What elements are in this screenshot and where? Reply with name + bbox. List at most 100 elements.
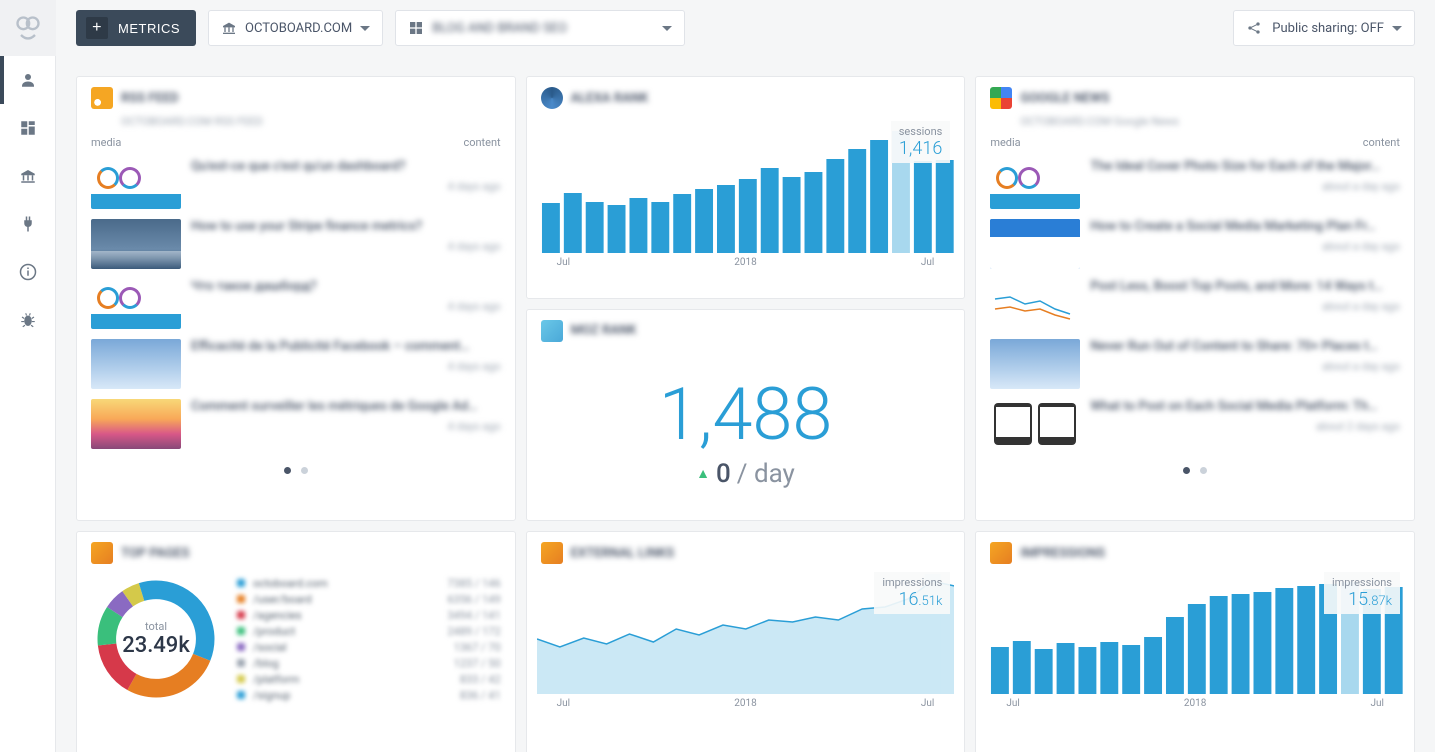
card-title: ALEXA RANK	[571, 91, 649, 106]
big-number: 1,488 ▲ 0 / day	[527, 348, 965, 520]
google-icon	[990, 87, 1012, 109]
share-dropdown[interactable]: Public sharing: OFF	[1233, 10, 1415, 46]
feed-title: Comment surveiller les métriques de Goog…	[191, 399, 501, 414]
x-tick: Jul	[921, 257, 934, 268]
dashboard-dropdown[interactable]: BLOG AND BRAND SEO	[395, 10, 685, 46]
feed-item[interactable]: Post Less, Boost Top Posts, and More: 14…	[984, 277, 1406, 331]
thumbnail	[990, 279, 1080, 329]
x-tick: 2018	[734, 698, 756, 709]
feed-item[interactable]: How to Create a Social Media Marketing P…	[984, 217, 1406, 271]
col-content: content	[1363, 136, 1400, 149]
nav-debug[interactable]	[0, 296, 56, 344]
x-tick: Jul	[1371, 698, 1384, 709]
metrics-button[interactable]: + METRICS	[76, 10, 196, 46]
mid-column: ALEXA RANK sessions 1,416 Jul 2018	[526, 76, 966, 521]
legend-item: /social1367 / 70	[237, 641, 501, 654]
nav-clients[interactable]	[0, 152, 56, 200]
dashboard-dropdown-label: BLOG AND BRAND SEO	[432, 21, 567, 36]
thumbnail	[91, 279, 181, 329]
feed-title: Post Less, Boost Top Posts, and More: 14…	[1090, 279, 1400, 294]
x-axis: Jul 2018 Jul	[986, 694, 1404, 717]
chart: impressions 15.87k Jul 2018 Jul	[976, 566, 1414, 752]
feed-meta: about a day ago	[1090, 360, 1400, 373]
card-title: GOOGLE NEWS	[1020, 91, 1109, 106]
card-header: EXTERNAL LINKS	[527, 532, 965, 566]
card-external-links: EXTERNAL LINKS impressions 16.51k Jul 20	[526, 531, 966, 752]
column-header: media content	[77, 132, 515, 153]
thumbnail	[990, 339, 1080, 389]
bug-icon	[19, 311, 37, 329]
nav-integrations[interactable]	[0, 200, 56, 248]
feed-meta: 4 days ago	[191, 240, 501, 253]
nav-info[interactable]	[0, 248, 56, 296]
thumbnail	[990, 219, 1080, 269]
thumbnail	[91, 399, 181, 449]
metric-value: 1,416	[899, 138, 943, 159]
total-value: 23.49k	[122, 633, 190, 658]
nav-account[interactable]	[0, 56, 56, 104]
legend-item: /product2489 / 172	[237, 625, 501, 638]
card-header: TOP PAGES	[77, 532, 515, 566]
x-tick: Jul	[1006, 698, 1019, 709]
card-header: MOZ RANK	[527, 310, 965, 348]
feed-item[interactable]: Comment surveiller les métriques de Goog…	[85, 397, 507, 451]
metric-value: 16.51k	[882, 589, 942, 610]
feed-meta: 4 days ago	[191, 360, 501, 373]
dashboard-grid: RSS FEED OCTOBOARD.COM RSS FEED media co…	[56, 56, 1435, 752]
feed-title: How to Create a Social Media Marketing P…	[1090, 219, 1400, 234]
user-icon	[19, 71, 37, 89]
nav-dashboards[interactable]	[0, 104, 56, 152]
pager-dot[interactable]	[1183, 467, 1190, 474]
feed-item[interactable]: What to Post on Each Social Media Platfo…	[984, 397, 1406, 451]
feed-meta: about a day ago	[1090, 240, 1400, 253]
feed-item[interactable]: Qu'est-ce que c'est qu'un dashboard? 4 da…	[85, 157, 507, 211]
chart-value-label: impressions 15.87k	[1324, 572, 1400, 614]
feed-item[interactable]: Что такое дашборд?4 days ago	[85, 277, 507, 331]
card-header: RSS FEED	[77, 77, 515, 115]
pager-dot[interactable]	[284, 467, 291, 474]
x-tick: 2018	[734, 257, 756, 268]
column-header: media content	[976, 132, 1414, 153]
metric-name: impressions	[1332, 576, 1392, 589]
x-tick: Jul	[557, 257, 570, 268]
feed-meta: 4 days ago	[191, 180, 501, 193]
legend-item: /user/board6356 / 149	[237, 593, 501, 606]
card-title: EXTERNAL LINKS	[571, 546, 675, 561]
feed-title: Never Run Out of Content to Share: 70+ P…	[1090, 339, 1400, 354]
legend-item: /platform833 / 42	[237, 673, 501, 686]
card-title: RSS FEED	[121, 91, 179, 106]
donut-center: total 23.49k	[91, 574, 221, 704]
feed-title: What to Post on Each Social Media Platfo…	[1090, 399, 1400, 414]
pager-dot[interactable]	[1200, 467, 1207, 474]
alexa-icon	[541, 87, 563, 109]
card-top-pages: TOP PAGES tot	[76, 531, 516, 752]
card-moz-rank: MOZ RANK 1,488 ▲ 0 / day	[526, 309, 966, 521]
pager	[77, 457, 515, 484]
thumbnail	[91, 219, 181, 269]
pager-dot[interactable]	[301, 467, 308, 474]
card-google-news: GOOGLE NEWS OCTOBOARD.COM Google News me…	[975, 76, 1415, 521]
card-header: ALEXA RANK	[527, 77, 965, 115]
chart: impressions 16.51k Jul 2018 Jul	[527, 566, 965, 752]
feed-item[interactable]: The Ideal Cover Photo Size for Each of t…	[984, 157, 1406, 211]
thumbnail	[990, 159, 1080, 209]
legend-item: octoboard.com7385 / 146	[237, 577, 501, 590]
legend: octoboard.com7385 / 146 /user/board6356 …	[237, 577, 501, 702]
site-dropdown[interactable]: OCTOBOARD.COM	[208, 10, 383, 46]
logo-icon	[14, 14, 42, 42]
site-dropdown-label: OCTOBOARD.COM	[245, 21, 352, 36]
trend-up-icon: ▲	[696, 465, 710, 482]
thumbnail	[990, 399, 1080, 449]
feed-title: Qu'est-ce que c'est qu'un dashboard?	[191, 159, 501, 174]
col-content: content	[463, 136, 500, 149]
feed-item[interactable]: How to use your Stripe finance metrics? 4…	[85, 217, 507, 271]
delta-value: 0	[716, 459, 731, 489]
card-impressions: IMPRESSIONS impressions 15.87k Jul 2018 …	[975, 531, 1415, 752]
feed-item[interactable]: Never Run Out of Content to Share: 70+ P…	[984, 337, 1406, 391]
feed-list: Qu'est-ce que c'est qu'un dashboard? 4 da…	[77, 153, 515, 457]
feed-item[interactable]: Efficacité de la Publicité Facebook – co…	[85, 337, 507, 391]
big-number-value: 1,488	[659, 379, 833, 451]
bank-icon	[221, 20, 237, 36]
feed-title: How to use your Stripe finance metrics?	[191, 219, 501, 234]
x-axis: Jul 2018 Jul	[537, 253, 955, 276]
